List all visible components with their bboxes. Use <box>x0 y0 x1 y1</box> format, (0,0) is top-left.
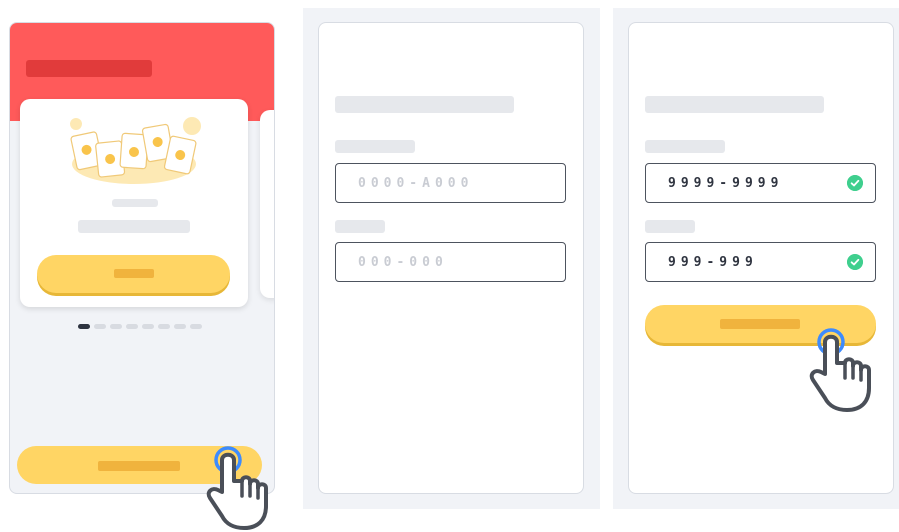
pagination-dot[interactable] <box>142 324 154 329</box>
sample-code-input[interactable]: 999-999 <box>645 242 876 282</box>
pagination-dot-active[interactable] <box>78 324 90 329</box>
form-title-placeholder <box>645 96 824 113</box>
form-title-placeholder <box>335 96 514 113</box>
sample-field-label-placeholder <box>645 220 695 233</box>
check-circle-icon <box>847 254 863 270</box>
start-button-label-placeholder <box>98 461 180 471</box>
pagination-dot[interactable] <box>94 324 106 329</box>
pagination-dot[interactable] <box>174 324 186 329</box>
next-card-peek[interactable] <box>260 110 274 298</box>
check-circle-icon <box>847 175 863 191</box>
code-entry-filled-panel: 9999-9999 999-999 <box>613 8 899 509</box>
card-title-placeholder <box>78 220 190 233</box>
emoji-cards-illustration <box>70 117 201 184</box>
onboarding-screen <box>9 22 275 494</box>
customer-code-placeholder: 0000-A000 <box>358 175 474 191</box>
code-entry-empty-panel: 0000-A000 000-000 <box>303 8 600 509</box>
carousel-pagination <box>78 324 202 329</box>
customer-code-input[interactable]: 9999-9999 <box>645 163 876 203</box>
code-entry-form-filled: 9999-9999 999-999 <box>628 22 894 494</box>
sample-code-input[interactable]: 000-000 <box>335 242 566 282</box>
pagination-dot[interactable] <box>126 324 138 329</box>
sample-field-label-placeholder <box>335 220 385 233</box>
carousel-card[interactable] <box>20 99 248 307</box>
pagination-dot[interactable] <box>110 324 122 329</box>
customer-field-label-placeholder <box>335 140 415 153</box>
submit-button-label-placeholder <box>720 319 800 329</box>
card-action-button[interactable] <box>37 255 230 293</box>
customer-field-label-placeholder <box>645 140 725 153</box>
card-action-label-placeholder <box>114 269 154 278</box>
sample-code-value: 999-999 <box>668 254 758 270</box>
sample-code-placeholder: 000-000 <box>358 254 448 270</box>
header-title-placeholder <box>26 60 152 77</box>
pagination-dot[interactable] <box>158 324 170 329</box>
card-subtitle-placeholder <box>112 199 158 207</box>
pointer-hand-icon <box>809 328 871 412</box>
customer-code-value: 9999-9999 <box>668 175 784 191</box>
customer-code-input[interactable]: 0000-A000 <box>335 163 566 203</box>
pointer-hand-icon <box>206 446 268 530</box>
code-entry-form-empty: 0000-A000 000-000 <box>318 22 584 494</box>
pagination-dot[interactable] <box>190 324 202 329</box>
